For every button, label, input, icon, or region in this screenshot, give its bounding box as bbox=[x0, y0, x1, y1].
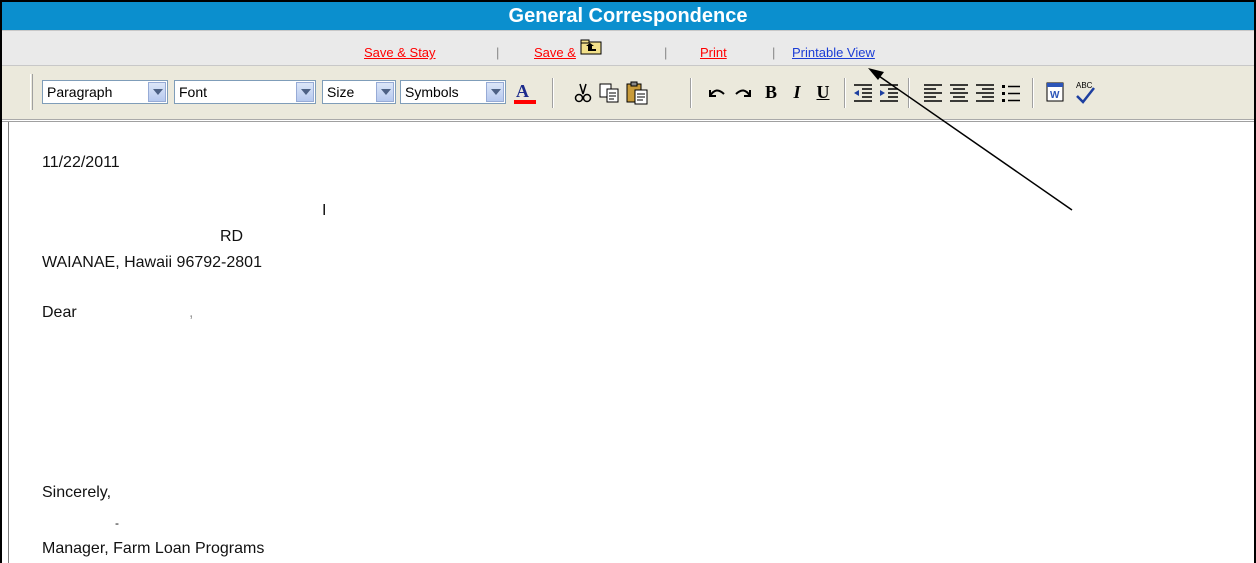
separator: | bbox=[664, 45, 668, 60]
outdent-icon[interactable] bbox=[852, 82, 874, 104]
paragraph-select[interactable]: Paragraph bbox=[42, 80, 168, 104]
toolbar-grip[interactable] bbox=[30, 74, 33, 110]
bold-icon[interactable]: B bbox=[760, 80, 782, 104]
folder-up-icon[interactable] bbox=[580, 39, 602, 55]
size-select-value: Size bbox=[327, 84, 355, 100]
toolbar-separator bbox=[552, 78, 554, 108]
letter-date: 11/22/2011 bbox=[42, 154, 120, 171]
cut-icon[interactable] bbox=[572, 82, 594, 104]
separator: | bbox=[496, 45, 500, 60]
align-center-icon[interactable] bbox=[948, 82, 970, 104]
greeting: Dear bbox=[42, 304, 77, 321]
redo-icon[interactable] bbox=[732, 84, 754, 102]
chevron-down-icon[interactable] bbox=[376, 82, 394, 102]
signature-mark: - bbox=[115, 516, 119, 530]
toolbar-separator bbox=[908, 78, 910, 108]
editor-content[interactable]: 11/22/2011 I RD WAIANAE, Hawaii 96792-28… bbox=[8, 122, 1248, 563]
toolbar-separator bbox=[1032, 78, 1034, 108]
signer-title: Manager, Farm Loan Programs bbox=[42, 540, 265, 557]
align-right-icon[interactable] bbox=[974, 82, 996, 104]
recipient-street: RD bbox=[220, 228, 244, 245]
chevron-down-icon[interactable] bbox=[296, 82, 314, 102]
toolbar-separator bbox=[844, 78, 846, 108]
symbols-select[interactable]: Symbols bbox=[400, 80, 506, 104]
recipient-name-mark: I bbox=[322, 202, 327, 219]
svg-text:ABC: ABC bbox=[1076, 81, 1093, 90]
separator: | bbox=[772, 45, 776, 60]
indent-icon[interactable] bbox=[878, 82, 900, 104]
chevron-down-icon[interactable] bbox=[486, 82, 504, 102]
paste-icon[interactable] bbox=[624, 80, 650, 106]
svg-text:A: A bbox=[516, 81, 529, 101]
chevron-down-icon[interactable] bbox=[148, 82, 166, 102]
italic-icon[interactable]: I bbox=[786, 80, 808, 104]
font-select[interactable]: Font bbox=[174, 80, 316, 104]
greeting-comma: , bbox=[189, 304, 194, 321]
font-select-value: Font bbox=[179, 84, 208, 100]
printable-view-link[interactable]: Printable View bbox=[792, 45, 875, 60]
formatting-toolbar: Paragraph Font Size Symbols A B I U W AB… bbox=[2, 66, 1254, 120]
document-editor[interactable]: 11/22/2011 I RD WAIANAE, Hawaii 96792-28… bbox=[2, 121, 1254, 563]
svg-text:W: W bbox=[1050, 90, 1060, 101]
word-paste-icon[interactable]: W bbox=[1044, 80, 1068, 104]
save-stay-link[interactable]: Save & Stay bbox=[364, 45, 436, 60]
font-color-icon[interactable]: A bbox=[512, 80, 538, 106]
align-left-icon[interactable] bbox=[922, 82, 944, 104]
toolbar-separator bbox=[690, 78, 692, 108]
action-bar: Save & Stay | Save & | Print | Printable… bbox=[2, 30, 1254, 66]
size-select[interactable]: Size bbox=[322, 80, 396, 104]
bullet-list-icon[interactable] bbox=[1000, 82, 1022, 104]
recipient-city-line: WAIANAE, Hawaii 96792-2801 bbox=[42, 254, 262, 271]
spellcheck-icon[interactable]: ABC bbox=[1072, 78, 1098, 106]
symbols-select-value: Symbols bbox=[405, 84, 459, 100]
copy-icon[interactable] bbox=[598, 82, 622, 104]
undo-icon[interactable] bbox=[706, 84, 728, 102]
closing: Sincerely, bbox=[42, 484, 112, 501]
underline-icon[interactable]: U bbox=[812, 80, 834, 104]
print-link[interactable]: Print bbox=[700, 45, 727, 60]
save-close-link[interactable]: Save & bbox=[534, 45, 576, 60]
window-title: General Correspondence bbox=[2, 2, 1254, 30]
paragraph-select-value: Paragraph bbox=[47, 84, 113, 100]
